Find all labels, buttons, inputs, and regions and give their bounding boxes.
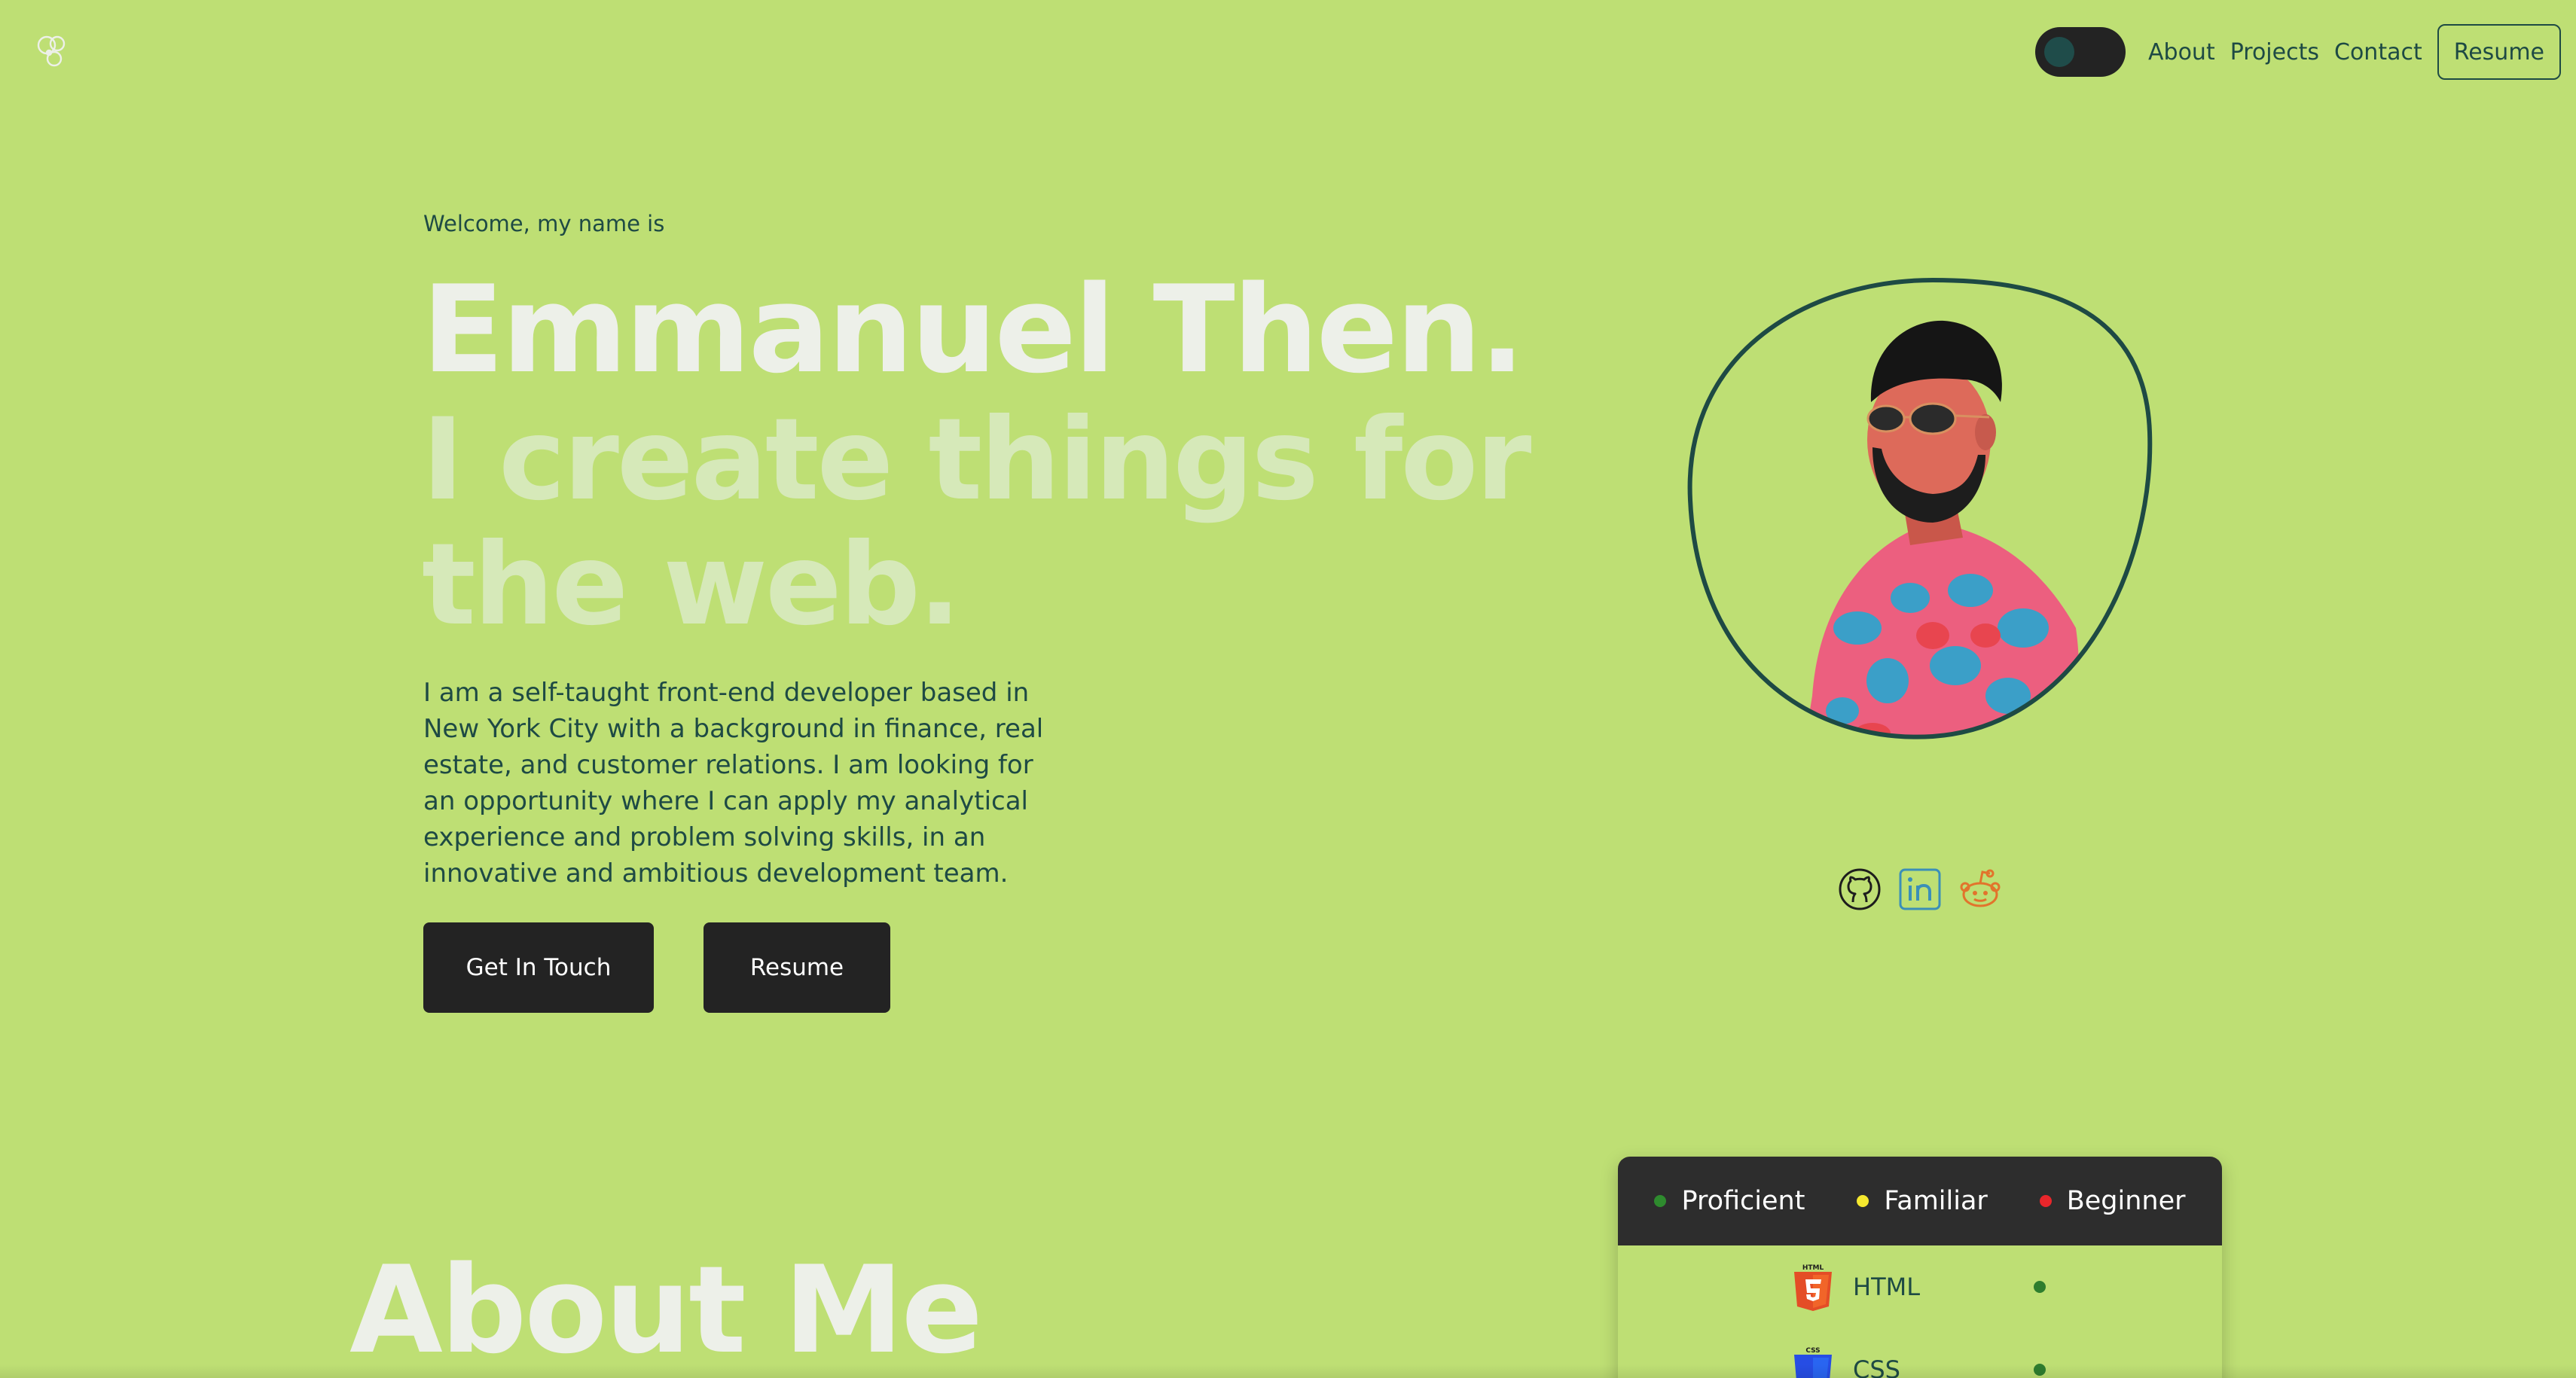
beginner-dot-icon [2039,1195,2052,1207]
bottom-edge-shadow [0,1364,2576,1378]
atom-logo-icon[interactable] [33,30,72,72]
nav-link-projects[interactable]: Projects [2230,39,2319,66]
welcome-text: Welcome, my name is [423,211,665,236]
svg-text:CSS: CSS [1805,1347,1820,1355]
legend-label: Familiar [1884,1186,1988,1216]
hero-bio: I am a self-taught front-end developer b… [423,678,1044,889]
hero-tagline: I create things for the web. [422,395,1531,651]
legend-beginner: Beginner [2039,1186,2186,1216]
legend-familiar: Familiar [1857,1186,1988,1216]
social-links [1836,866,2004,913]
legend-label: Proficient [1681,1186,1805,1216]
familiar-dot-icon [1857,1195,1869,1207]
github-icon[interactable] [1836,866,1883,913]
nav-link-about[interactable]: About [2148,39,2215,66]
linkedin-icon[interactable] [1897,866,1943,913]
skills-card: Proficient Familiar Beginner HTML HTML C… [1618,1157,2222,1378]
about-section-title: About Me [349,1239,983,1378]
legend-proficient: Proficient [1654,1186,1805,1216]
nav-link-contact[interactable]: Contact [2334,39,2422,66]
theme-toggle[interactable] [2035,27,2126,77]
get-in-touch-button[interactable]: Get In Touch [423,922,654,1013]
hero-resume-button[interactable]: Resume [704,922,890,1013]
skill-name: HTML [1853,1273,1921,1301]
skill-row-html: HTML HTML [1618,1245,2222,1328]
nav-resume-button[interactable]: Resume [2437,24,2561,80]
html5-icon: HTML [1794,1264,1832,1311]
top-nav: About Projects Contact Resume [2035,24,2561,80]
reddit-icon[interactable] [1957,866,2004,913]
svg-text:HTML: HTML [1802,1264,1824,1272]
hero-name: Emmanuel Then. [422,259,1525,400]
theme-toggle-icon [2044,37,2075,67]
avatar [1687,277,2153,739]
skill-level-dot [2034,1281,2046,1293]
skills-legend: Proficient Familiar Beginner [1618,1157,2222,1245]
proficient-dot-icon [1654,1195,1667,1207]
legend-label: Beginner [2066,1186,2186,1216]
